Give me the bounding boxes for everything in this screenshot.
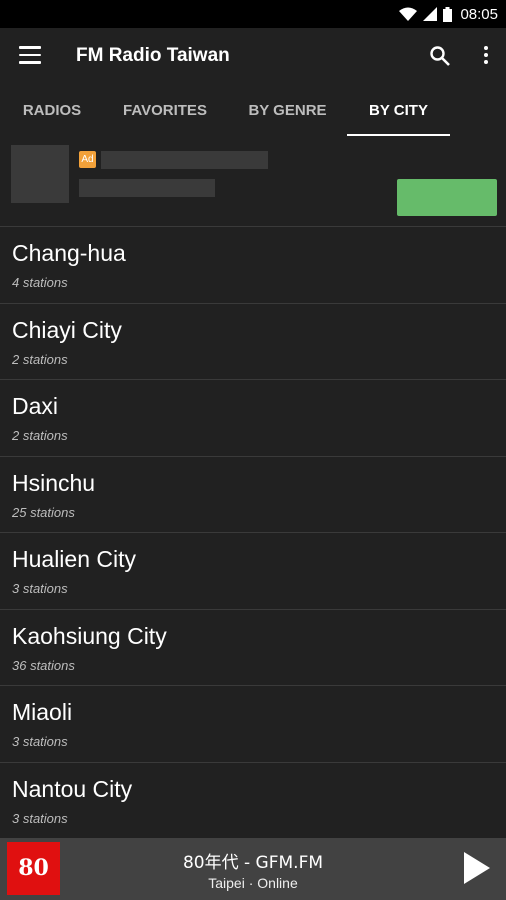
list-item-chiayi-city[interactable]: Chiayi City 2 stations: [0, 304, 506, 380]
app-title: FM Radio Taiwan: [76, 45, 230, 66]
list-item-miaoli[interactable]: Miaoli 3 stations: [0, 686, 506, 763]
now-playing-bar[interactable]: 80 80年代 - GFM.FM Taipei · Online: [0, 838, 506, 900]
tab-bar: RADIOS FAVORITES BY GENRE BY CITY: [0, 86, 506, 136]
city-name: Chiayi City: [12, 316, 122, 343]
station-count: 3 stations: [12, 810, 68, 826]
tab-by-city[interactable]: BY CITY: [347, 86, 450, 136]
battery-icon: [443, 6, 453, 22]
signal-icon: [423, 7, 438, 21]
list-item-daxi[interactable]: Daxi 2 stations: [0, 380, 506, 457]
city-name: Daxi: [12, 393, 59, 419]
station-count: 2 stations: [12, 428, 68, 443]
tab-favorites[interactable]: FAVORITES: [115, 86, 215, 136]
station-count: 2 stations: [12, 351, 68, 367]
city-name: Nantou City: [12, 775, 133, 802]
ad-image: [11, 145, 69, 203]
tab-by-genre[interactable]: BY GENRE: [240, 86, 335, 136]
now-playing-title: 80年代 - GFM.FM: [182, 853, 324, 873]
list-item-hsinchu[interactable]: Hsinchu 25 stations: [0, 457, 506, 533]
ad-badge: Ad: [79, 151, 96, 168]
ad-cta-button[interactable]: [397, 179, 497, 216]
tab-radios[interactable]: RADIOS: [14, 86, 90, 136]
station-count: 3 stations: [12, 734, 68, 749]
list-item-kaohsiung-city[interactable]: Kaohsiung City 36 stations: [0, 610, 506, 686]
ad-banner[interactable]: Ad: [0, 136, 506, 227]
city-name: Kaohsiung City: [12, 622, 167, 649]
search-icon[interactable]: [428, 44, 452, 68]
city-name: Hualien City: [12, 546, 136, 572]
city-name: Hsinchu: [12, 469, 96, 496]
now-playing-subtitle: Taipei · Online: [208, 875, 298, 891]
station-count: 36 stations: [12, 657, 75, 673]
more-vert-icon[interactable]: [482, 46, 490, 68]
status-time: 08:05: [460, 5, 498, 23]
list-item-hualien-city[interactable]: Hualien City 3 stations: [0, 533, 506, 610]
list-item-nantou-city[interactable]: Nantou City 3 stations: [0, 763, 506, 839]
city-name: Chang-hua: [12, 240, 126, 266]
station-count: 4 stations: [12, 275, 68, 290]
list-item-chang-hua[interactable]: Chang-hua 4 stations: [0, 227, 506, 304]
station-count: 25 stations: [12, 504, 75, 520]
wifi-icon: [399, 7, 418, 21]
play-icon[interactable]: [464, 852, 490, 884]
menu-icon[interactable]: [19, 46, 41, 64]
city-list: Chang-hua 4 stations Chiayi City 2 stati…: [0, 227, 506, 839]
ad-text-placeholder: [79, 179, 215, 197]
status-bar: 08:05: [0, 0, 506, 28]
city-name: Miaoli: [12, 699, 73, 725]
station-count: 3 stations: [12, 581, 68, 596]
app-bar: FM Radio Taiwan: [0, 28, 506, 86]
ad-title-placeholder: [101, 151, 268, 169]
